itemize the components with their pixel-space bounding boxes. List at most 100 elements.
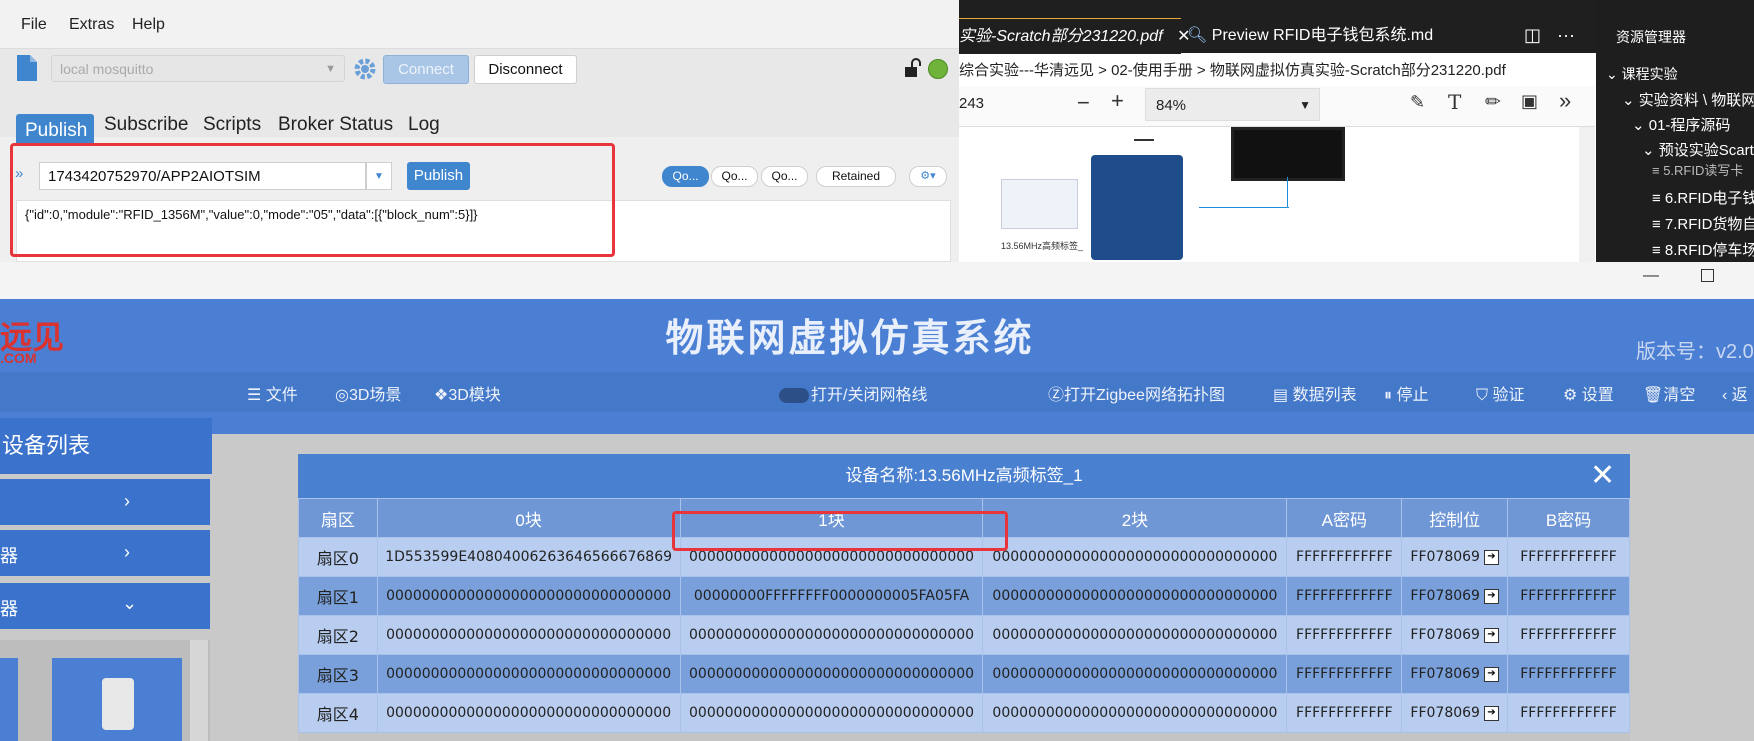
- block-cell[interactable]: 00000000000000000000000000000000: [376, 576, 681, 616]
- access-bits-cell[interactable]: FF078069 ➔: [1401, 615, 1509, 655]
- pdf-scrollbar[interactable]: [1579, 127, 1595, 262]
- key-b-cell[interactable]: FFFFFFFFFFFF: [1507, 576, 1630, 616]
- tab-broker-status[interactable]: Broker Status: [278, 114, 393, 136]
- block-cell[interactable]: 00000000000000000000000000000000: [679, 654, 984, 694]
- block-cell[interactable]: 00000000000000000000000000000000: [376, 654, 681, 694]
- arrow-right-icon[interactable]: ➔: [1483, 666, 1499, 682]
- close-icon[interactable]: ✕: [1590, 458, 1615, 494]
- chevrons-right-icon[interactable]: »: [1559, 88, 1571, 114]
- key-a-cell[interactable]: FFFFFFFFFFFF: [1286, 537, 1403, 577]
- block-cell[interactable]: 00000000000000000000000000000000: [679, 615, 984, 655]
- tree-item[interactable]: ⌄ 01-程序源码: [1632, 114, 1730, 135]
- block-cell[interactable]: 00000000000000000000000000000000: [982, 654, 1288, 694]
- block-cell[interactable]: 00000000000000000000000000000000: [982, 615, 1288, 655]
- image-icon[interactable]: ▣: [1521, 91, 1538, 112]
- qos0-toggle[interactable]: Qo...: [662, 166, 709, 187]
- zoom-in-icon[interactable]: +: [1111, 88, 1124, 114]
- col-header: 扇区: [298, 498, 378, 538]
- more-actions-icon[interactable]: ···: [1557, 18, 1575, 53]
- nav-stop[interactable]: ⏸ 停止: [1384, 381, 1428, 405]
- zoom-select[interactable]: 84% ▼: [1145, 88, 1320, 121]
- nav-3d-scene[interactable]: ◎3D场景: [335, 381, 401, 405]
- access-bits-cell[interactable]: FF078069 ➔: [1401, 654, 1509, 694]
- brand-logo-domain: .COM: [0, 350, 37, 366]
- key-b-cell[interactable]: FFFFFFFFFFFF: [1507, 693, 1630, 733]
- block-cell[interactable]: 00000000000000000000000000000000: [376, 615, 681, 655]
- nav-settings[interactable]: ⚙ 设置: [1563, 381, 1614, 405]
- key-a-cell[interactable]: FFFFFFFFFFFF: [1286, 693, 1403, 733]
- tree-file[interactable]: ≡ 6.RFID电子钱: [1652, 187, 1754, 208]
- table-row: 扇区4 00000000000000000000000000000000 000…: [298, 693, 1630, 733]
- key-b-cell[interactable]: FFFFFFFFFFFF: [1507, 654, 1630, 694]
- nav-3d-module[interactable]: ❖3D模块: [434, 381, 501, 405]
- split-editor-icon[interactable]: ◫: [1524, 18, 1541, 53]
- nav-data-list[interactable]: ▤ 数据列表: [1273, 381, 1357, 405]
- qos2-toggle[interactable]: Qo...: [761, 166, 808, 187]
- access-bits-cell[interactable]: FF078069 ➔: [1401, 693, 1509, 733]
- cubes-icon: ❖: [434, 387, 449, 404]
- qos1-toggle[interactable]: Qo...: [711, 166, 758, 187]
- sidebar-group-3[interactable]: 器 ⌄: [0, 583, 210, 629]
- disconnect-button[interactable]: Disconnect: [474, 55, 577, 84]
- block-cell[interactable]: 00000000000000000000000000000000: [982, 576, 1288, 616]
- tab-log[interactable]: Log: [408, 114, 440, 136]
- grid-toggle[interactable]: 打开/关闭网格线: [779, 381, 927, 405]
- nav-verify[interactable]: ⛉ 验证: [1476, 381, 1524, 405]
- menu-bar: File Extras Help: [0, 0, 959, 48]
- tree-item[interactable]: ⌄ 实验资料 \ 物联网: [1622, 89, 1754, 110]
- arrow-right-icon[interactable]: ➔: [1483, 549, 1499, 565]
- nav-back[interactable]: ‹ 返: [1722, 381, 1748, 405]
- pdf-page: 13.56MHz高频标签_: [959, 127, 1595, 262]
- access-bits-cell[interactable]: FF078069 ➔: [1401, 537, 1509, 577]
- sidebar-group-2[interactable]: 器 ›: [0, 530, 210, 576]
- nav-zigbee-topology[interactable]: Ⓩ打开Zigbee网络拓扑图: [1048, 381, 1225, 405]
- key-a-cell[interactable]: FFFFFFFFFFFF: [1286, 576, 1403, 616]
- access-bits-cell[interactable]: FF078069 ➔: [1401, 576, 1509, 616]
- tree-item[interactable]: ⌄ 预设实验Scart: [1642, 139, 1754, 160]
- rfid-board-image: [1091, 155, 1183, 260]
- menu-file[interactable]: File: [21, 16, 47, 34]
- key-a-cell[interactable]: FFFFFFFFFFFF: [1286, 654, 1403, 694]
- zoom-out-icon[interactable]: −: [1077, 90, 1090, 116]
- block-cell[interactable]: 00000000FFFFFFFF0000000005FA05FA: [679, 576, 984, 616]
- nav-file[interactable]: ☰ 文件: [247, 381, 298, 405]
- tree-item[interactable]: ⌄ 课程实验: [1606, 64, 1678, 84]
- block-cell[interactable]: 00000000000000000000000000000000: [376, 693, 681, 733]
- menu-help[interactable]: Help: [132, 16, 165, 34]
- key-b-cell[interactable]: FFFFFFFFFFFF: [1507, 615, 1630, 655]
- block-cell[interactable]: 00000000000000000000000000000000: [679, 693, 984, 733]
- tab-preview-md[interactable]: 🔍︎ Preview RFID电子钱包系统.md: [1187, 18, 1437, 53]
- wire-image: [1134, 139, 1154, 159]
- nav-clear[interactable]: 🗑︎清空: [1643, 381, 1695, 405]
- key-b-cell[interactable]: FFFFFFFFFFFF: [1507, 537, 1630, 577]
- tree-file[interactable]: ≡ 8.RFID停车场: [1652, 239, 1754, 260]
- sidebar-group-1[interactable]: ›: [0, 479, 210, 525]
- arrow-right-icon[interactable]: ➔: [1483, 705, 1499, 721]
- tab-pdf[interactable]: 实验-Scratch部分231220.pdf ✕: [959, 18, 1191, 54]
- arrow-right-icon[interactable]: ➔: [1483, 627, 1499, 643]
- draw-icon[interactable]: ✏: [1485, 91, 1501, 114]
- device-tile[interactable]: [0, 658, 18, 741]
- options-icon[interactable]: ⚙▾: [909, 166, 947, 187]
- tab-subscribe[interactable]: Subscribe: [104, 114, 189, 136]
- retained-toggle[interactable]: Retained: [816, 166, 896, 187]
- text-tool-icon[interactable]: T: [1448, 90, 1461, 114]
- tab-scripts[interactable]: Scripts: [203, 114, 261, 136]
- maximize-icon[interactable]: [1701, 269, 1714, 282]
- arrow-right-icon[interactable]: ➔: [1483, 588, 1499, 604]
- block-cell[interactable]: 00000000000000000000000000000000: [982, 537, 1288, 577]
- block-cell[interactable]: 1D553599E40804006263646566676869: [376, 537, 681, 577]
- key-a-cell[interactable]: FFFFFFFFFFFF: [1286, 615, 1403, 655]
- tree-file[interactable]: ≡ 7.RFID货物自: [1652, 213, 1754, 234]
- menu-extras[interactable]: Extras: [69, 16, 114, 34]
- col-header: A密码: [1286, 498, 1403, 538]
- connection-profile-select[interactable]: local mosquitto ▼: [51, 55, 345, 82]
- tree-file[interactable]: ≡ 5.RFID读写卡: [1652, 160, 1743, 179]
- device-tile[interactable]: [52, 658, 182, 741]
- highlight-pen-icon[interactable]: ✎: [1410, 92, 1425, 113]
- block-cell[interactable]: 00000000000000000000000000000000: [982, 693, 1288, 733]
- gear-icon[interactable]: [352, 56, 378, 82]
- minimize-icon[interactable]: —: [1643, 267, 1659, 285]
- sidebar-scrollbar[interactable]: [190, 640, 208, 741]
- connect-button[interactable]: Connect: [383, 55, 469, 84]
